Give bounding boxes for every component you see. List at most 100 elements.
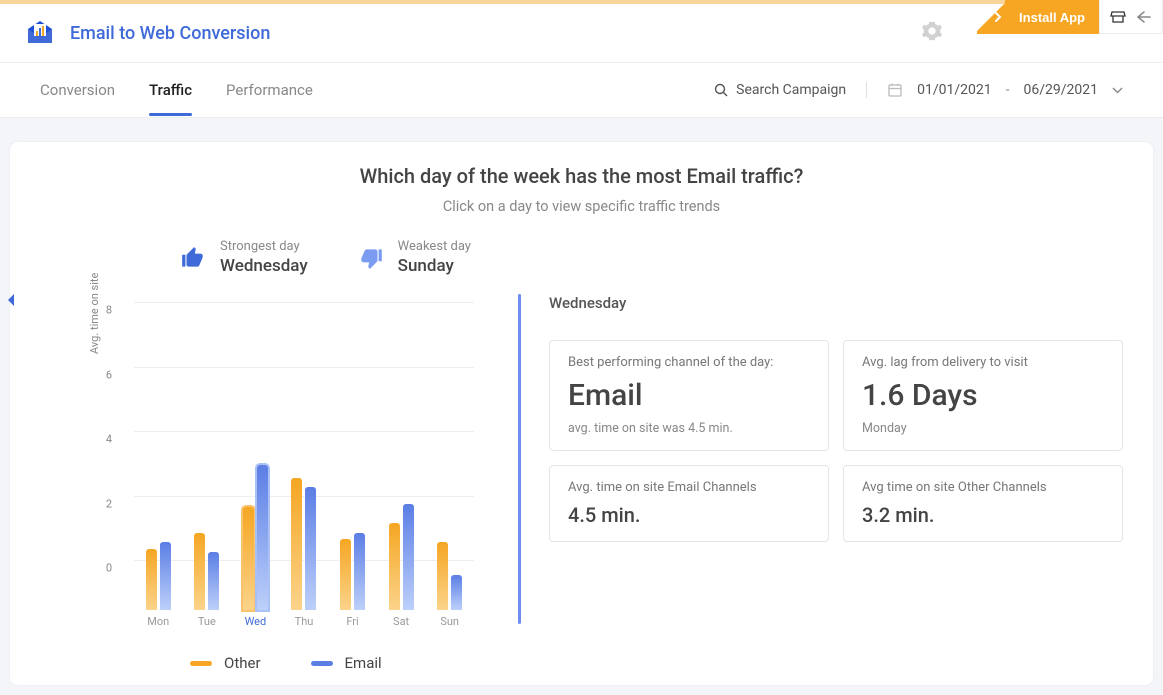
xlabel[interactable]: Sun [433,615,467,628]
metric-avg-lag: Avg. lag from delivery to visit 1.6 Days… [843,340,1123,451]
tab-traffic[interactable]: Traffic [149,65,192,115]
search-label: Search Campaign [736,82,846,98]
detail-panel: Wednesday Best performing channel of the… [539,294,1123,624]
chart-legend: Other Email [190,654,382,672]
strongest-value: Wednesday [220,256,308,276]
metric-value: Email [568,378,810,413]
metric-sub: avg. time on site was 4.5 min. [568,421,810,436]
summary-row: Strongest day Wednesday Weakest day Sund… [180,239,1123,276]
ytick: 0 [106,562,112,575]
xlabel[interactable]: Fri [336,615,370,628]
date-from: 01/01/2021 [917,82,992,98]
bar-email [451,575,462,610]
bar-other [243,507,254,610]
metric-label: Avg time on site Other Channels [862,480,1104,495]
bar-other [437,542,448,610]
bar-other [291,478,302,610]
xlabel[interactable]: Wed [238,615,272,628]
app-title: Email to Web Conversion [70,23,270,44]
metric-value: 4.5 min. [568,503,810,527]
thumb-down-icon [358,245,384,271]
metric-value: 1.6 Days [862,378,1104,413]
metric-other-time: Avg time on site Other Channels 3.2 min. [843,465,1123,542]
xlabel[interactable]: Tue [190,615,224,628]
search-icon [714,83,728,97]
chart-bars [134,352,474,610]
card-subtitle: Click on a day to view specific traffic … [40,198,1123,215]
vertical-divider [518,294,521,624]
metric-email-time: Avg. time on site Email Channels 4.5 min… [549,465,829,542]
metric-label: Avg. time on site Email Channels [568,480,810,495]
chevron-right-icon [993,12,1003,22]
metric-grid: Best performing channel of the day: Emai… [549,340,1123,542]
bar-other [340,539,351,610]
bar-email [354,533,365,610]
date-range-picker[interactable]: 01/01/2021 - 06/29/2021 [887,82,1123,98]
bar-other [389,523,400,610]
weakest-day-block: Weakest day Sunday [358,239,471,276]
legend-email-label: Email [345,654,382,672]
bar-email [160,542,171,610]
xlabel[interactable]: Sat [384,615,418,628]
ytick: 4 [106,433,112,446]
bar-other [194,533,205,610]
store-icon[interactable] [1110,10,1126,24]
ytick: 6 [106,368,112,381]
legend-swatch-other [190,661,212,666]
metric-sub: Monday [862,421,1104,436]
tab-conversion[interactable]: Conversion [40,65,115,115]
chart-panel: Avg. time on site 02468 MonTueWedThuFriS… [40,294,510,624]
tab-performance[interactable]: Performance [226,65,313,115]
top-right-actions: Install App [977,0,1163,34]
bar-email [305,487,316,610]
xlabel[interactable]: Thu [287,615,321,628]
content-area: Which day of the week has the most Email… [0,118,1163,695]
tab-bar: Conversion Traffic Performance [40,65,313,115]
chart-ylabel: Avg. time on site [88,273,101,354]
banner-diagonal [977,0,1005,34]
chart-xlabels: Mon Tue Wed Thu Fri Sat Sun [134,615,474,628]
top-icon-tray [1099,0,1163,34]
legend-other-label: Other [224,654,261,672]
legend-other[interactable]: Other [190,654,261,672]
bar-email [403,504,414,610]
weakest-value: Sunday [398,256,471,276]
bar-group-sun[interactable] [433,542,467,610]
ytick: 8 [106,304,112,317]
bar-group-sat[interactable] [384,504,418,610]
gear-icon [921,20,943,42]
metric-value: 3.2 min. [862,503,1104,527]
bar-email [257,465,268,610]
settings-button[interactable] [921,20,943,46]
app-logo [24,17,56,49]
date-separator: - [1006,82,1010,98]
thumb-up-icon [180,245,206,271]
ytick: 2 [106,497,112,510]
bar-group-wed[interactable] [238,465,272,610]
legend-email[interactable]: Email [311,654,382,672]
collapse-panel-button[interactable] [6,292,16,311]
metric-label: Avg. lag from delivery to visit [862,355,1104,370]
strongest-label: Strongest day [220,239,308,254]
xlabel[interactable]: Mon [141,615,175,628]
date-to: 06/29/2021 [1024,82,1099,98]
card-title: Which day of the week has the most Email… [40,164,1123,188]
strongest-day-block: Strongest day Wednesday [180,239,308,276]
triangle-left-icon [6,293,16,307]
grid-line [134,302,474,303]
bar-other [146,549,157,610]
install-app-button[interactable]: Install App [1005,0,1099,34]
calendar-icon [887,82,903,98]
metric-label: Best performing channel of the day: [568,355,810,370]
bar-group-thu[interactable] [287,478,321,610]
back-arrow-icon[interactable] [1136,11,1152,23]
metric-best-channel: Best performing channel of the day: Emai… [549,340,829,451]
bar-group-fri[interactable] [336,533,370,610]
toolbar-right: Search Campaign 01/01/2021 - 06/29/2021 [714,82,1123,98]
bar-group-mon[interactable] [141,542,175,610]
bar-group-tue[interactable] [190,533,224,610]
chevron-down-icon [1112,87,1123,94]
bar-email [208,552,219,610]
search-campaign-button[interactable]: Search Campaign [714,82,867,98]
legend-swatch-email [311,661,333,666]
